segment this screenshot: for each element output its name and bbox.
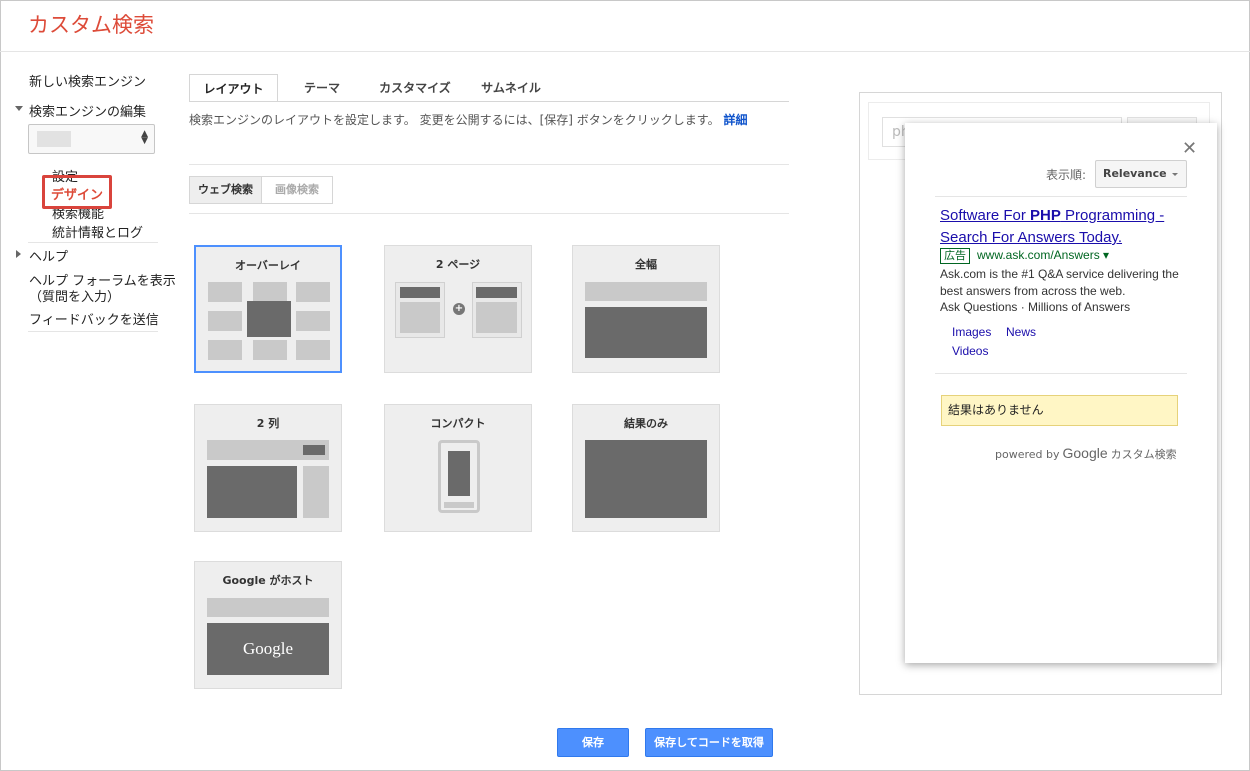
layout-card-full-width[interactable]: 全幅 bbox=[572, 245, 720, 373]
sitelink-videos[interactable]: Videos bbox=[952, 344, 988, 358]
close-icon[interactable]: ✕ bbox=[1182, 138, 1197, 159]
sidebar-item-help[interactable]: ヘルプ bbox=[29, 246, 68, 265]
ad-tagline: Ask Questions · Millions of Answers bbox=[940, 300, 1131, 314]
layout-card-title: コンパクト bbox=[430, 417, 486, 430]
layout-card-title: 結果のみ bbox=[624, 417, 668, 430]
sort-label: 表示順: bbox=[1046, 168, 1087, 182]
save-and-get-code-button[interactable]: 保存してコードを取得 bbox=[645, 728, 773, 757]
expand-right-icon[interactable] bbox=[16, 250, 21, 258]
layout-card-title: 2 ページ bbox=[435, 258, 481, 271]
description-text: 検索エンジンのレイアウトを設定します。 変更を公開するには、[保存] ボタンをク… bbox=[189, 113, 720, 127]
layout-card-overlay[interactable]: オーバーレイ bbox=[194, 245, 342, 373]
select-arrows-icon: ▲ ▼ bbox=[141, 129, 148, 146]
powered-by-branding: powered by Google カスタム検索 bbox=[995, 445, 1177, 461]
layout-card-title: 2 列 bbox=[256, 417, 280, 430]
section-divider bbox=[189, 164, 789, 165]
layout-card-title: Google がホスト bbox=[222, 574, 314, 587]
details-link[interactable]: 詳細 bbox=[723, 113, 747, 127]
ad-badge: 広告 bbox=[940, 248, 970, 264]
layout-description: 検索エンジンのレイアウトを設定します。 変更を公開するには、[保存] ボタンをク… bbox=[189, 112, 789, 128]
google-logo: Google bbox=[1062, 445, 1108, 461]
sidebar-item-new-engine[interactable]: 新しい検索エンジン bbox=[29, 71, 146, 90]
sort-select[interactable]: Relevance bbox=[1095, 160, 1187, 188]
tab-layout[interactable]: レイアウト bbox=[189, 74, 278, 102]
ad-url[interactable]: www.ask.com/Answers ▾ bbox=[977, 248, 1109, 262]
layout-card-two-column[interactable]: 2 列 bbox=[194, 404, 342, 532]
layout-card-compact[interactable]: コンパクト bbox=[384, 404, 532, 532]
tab-thumbnail[interactable]: サムネイル bbox=[472, 74, 550, 102]
segment-image-search[interactable]: 画像検索 bbox=[261, 176, 333, 204]
layout-card-results-only[interactable]: 結果のみ bbox=[572, 404, 720, 532]
layout-card-title: オーバーレイ bbox=[235, 259, 301, 272]
ad-title-link[interactable]: Software For PHP Programming - Search Fo… bbox=[940, 205, 1190, 249]
expand-down-icon[interactable] bbox=[15, 106, 23, 111]
page-title: カスタム検索 bbox=[28, 13, 154, 37]
save-button[interactable]: 保存 bbox=[557, 728, 629, 757]
overlay-results-panel bbox=[905, 123, 1217, 663]
tab-underline bbox=[189, 101, 789, 102]
header: カスタム検索 bbox=[0, 0, 1250, 52]
ad-description: Ask.com is the #1 Q&A service delivering… bbox=[940, 267, 1179, 298]
sidebar-item-forum-sub[interactable]: （質問を入力） bbox=[29, 286, 120, 305]
sidebar-divider bbox=[28, 331, 158, 332]
layout-card-two-page[interactable]: 2 ページ + bbox=[384, 245, 532, 373]
sidebar-item-design[interactable]: デザイン bbox=[51, 184, 103, 203]
section-divider bbox=[189, 213, 789, 214]
overlay-divider bbox=[935, 373, 1187, 374]
engine-select[interactable]: ▲ ▼ bbox=[28, 124, 155, 154]
tab-customize[interactable]: カスタマイズ bbox=[370, 74, 460, 102]
chevron-down-icon bbox=[1172, 173, 1178, 176]
layout-card-title: 全幅 bbox=[635, 258, 657, 271]
segment-web-search[interactable]: ウェブ検索 bbox=[189, 176, 262, 204]
sidebar-item-feedback[interactable]: フィードバックを送信 bbox=[29, 309, 159, 328]
sitelink-images[interactable]: Images bbox=[952, 325, 991, 339]
sidebar-item-stats[interactable]: 統計情報とログ bbox=[52, 222, 143, 241]
engine-name-redacted bbox=[37, 131, 71, 147]
layout-card-google-hosted[interactable]: Google がホスト Google bbox=[194, 561, 342, 689]
sidebar-divider bbox=[28, 242, 158, 243]
sitelink-news[interactable]: News bbox=[1006, 325, 1036, 339]
sidebar-item-edit-engine[interactable]: 検索エンジンの編集 bbox=[29, 101, 146, 120]
no-results-message: 結果はありません bbox=[941, 395, 1178, 426]
google-logo: Google bbox=[207, 623, 329, 675]
plus-icon: + bbox=[453, 303, 465, 315]
overlay-divider bbox=[935, 196, 1187, 197]
tab-theme[interactable]: テーマ bbox=[290, 74, 354, 102]
